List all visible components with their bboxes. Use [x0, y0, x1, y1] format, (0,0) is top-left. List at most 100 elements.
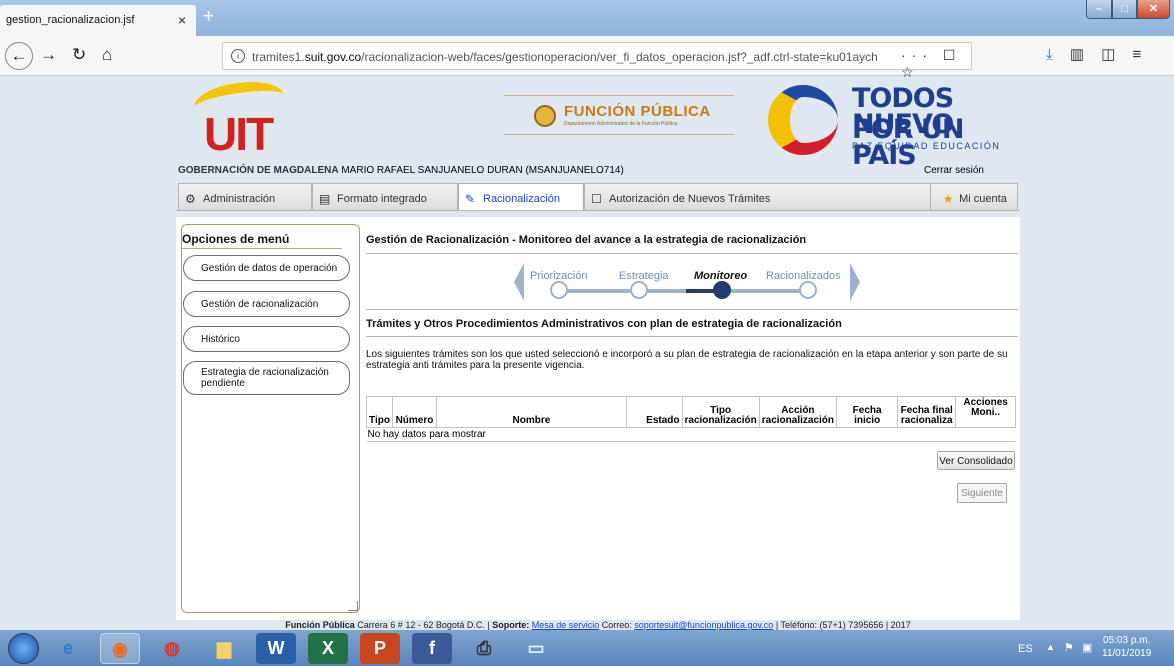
menu-item-estrategia-pendiente[interactable]: Estrategia de racionalización pendiente — [183, 361, 350, 395]
url-text[interactable]: tramites1.suit.gov.co/racionalizacion-we… — [252, 50, 892, 64]
site-info-icon[interactable]: i — [231, 49, 245, 63]
maximize-button[interactable]: □ — [1112, 0, 1137, 19]
progress-steps: Priorización Estrategia Monitoreo Racion… — [514, 263, 864, 303]
siguiente-button[interactable]: Siguiente — [957, 483, 1007, 503]
step-label-monitoreo[interactable]: Monitoreo — [694, 270, 747, 282]
web-page: UIT FUNCIÓN PÚBLICA Departamento Adminis… — [0, 76, 1174, 630]
admin-icon: ⚙ — [185, 192, 196, 206]
email-link[interactable]: soportesuit@funcionpublica.gov.co — [634, 620, 773, 630]
home-icon[interactable]: ⌂ — [102, 45, 112, 65]
chrome-icon[interactable]: ◍ — [152, 633, 192, 664]
menu-icon[interactable]: ≡ — [1133, 46, 1142, 63]
facebook-icon[interactable]: f — [412, 633, 452, 664]
tab-autorizacion[interactable]: ☐ Autorización de Nuevos Trámites — [584, 183, 972, 210]
tabs-divider — [176, 210, 1020, 211]
funcion-publica-logo: FUNCIÓN PÚBLICA Departamento Administrat… — [504, 95, 734, 135]
tray-expand-icon[interactable]: ▲ — [1046, 642, 1055, 652]
new-tab-icon[interactable]: + — [203, 6, 214, 28]
page-actions-icon[interactable]: ··· ☐ ☆ — [901, 47, 971, 81]
menu-item-historico[interactable]: Histórico — [183, 326, 350, 352]
step-label-racionalizados[interactable]: Racionalizados — [766, 270, 841, 282]
url-bar[interactable]: i tramites1.suit.gov.co/racionalizacion-… — [222, 42, 972, 80]
menu-item-gestion-datos[interactable]: Gestión de datos de operación — [183, 255, 350, 281]
reload-icon[interactable]: ↻ — [72, 45, 86, 65]
browser-tab-title: gestion_racionalizacion.jsf — [6, 14, 135, 26]
tab-formato-integrado[interactable]: ▤ Formato integrado — [312, 183, 458, 210]
ver-consolidado-button[interactable]: Ver Consolidado — [937, 451, 1015, 470]
menu-item-gestion-racionalizacion[interactable]: Gestión de racionalización — [183, 291, 350, 317]
col-accion-racionalizacion[interactable]: Acción racionalización — [758, 396, 838, 428]
step-prev-arrow-icon[interactable] — [514, 263, 524, 301]
back-icon[interactable]: ← — [5, 42, 33, 70]
system-tray: ES ▲ ⚑ ▣ 05:03 p.m. 11/01/2019 — [1016, 630, 1174, 666]
step-label-estrategia[interactable]: Estrategia — [619, 270, 669, 282]
browser-tabbar: gestion_racionalizacion.jsf × + – □ ✕ — [0, 0, 1174, 36]
header-banner: UIT FUNCIÓN PÚBLICA Departamento Adminis… — [174, 76, 1020, 171]
col-tipo-racionalizacion[interactable]: Tipo racionalización — [681, 396, 760, 428]
col-fecha-final[interactable]: Fecha final racionaliza — [897, 396, 957, 428]
col-numero[interactable]: Número — [391, 396, 437, 428]
colombia-mark-icon — [768, 85, 838, 155]
main-area: Gestión de Racionalización - Monitoreo d… — [366, 217, 1018, 617]
window-app-icon[interactable]: ▭ — [516, 633, 556, 664]
title-divider — [366, 253, 1018, 254]
step-next-arrow-icon[interactable] — [850, 263, 860, 301]
empty-message: No hay datos para mostrar — [366, 427, 1016, 442]
tab-administracion[interactable]: ⚙ Administración — [178, 183, 312, 210]
powerpoint-icon[interactable]: P — [360, 633, 400, 664]
tab-racionalizacion[interactable]: ✎ Racionalización — [458, 183, 584, 210]
todos-por-un-nuevo-pais-logo: TODOS POR UN NUEVO PAÍS PAZ EQUIDAD EDUC… — [768, 81, 1018, 171]
edit-icon: ✎ — [465, 192, 476, 206]
section-description: Los siguientes trámites son los que uste… — [366, 349, 1008, 371]
sidebar-icon[interactable]: ◫ — [1101, 46, 1115, 63]
close-tab-icon[interactable]: × — [178, 12, 186, 28]
browser-navbar: ← → ↻ ⌂ i tramites1.suit.gov.co/racional… — [0, 36, 1174, 80]
internet-explorer-icon[interactable]: e — [48, 633, 88, 664]
organization-name: GOBERNACIÓN DE MAGDALENA — [178, 165, 339, 176]
steps-divider — [366, 309, 1018, 310]
network-icon[interactable]: ▣ — [1082, 641, 1092, 654]
start-button[interactable] — [8, 633, 39, 664]
document-icon: ▤ — [319, 192, 331, 206]
menu-header: Opciones de menú — [182, 232, 290, 246]
step-label-priorizacion[interactable]: Priorización — [530, 270, 587, 282]
suit-logo[interactable]: UIT — [191, 76, 304, 160]
file-explorer-icon[interactable]: ▆ — [204, 633, 244, 664]
firefox-icon[interactable]: ◉ — [100, 633, 140, 664]
tramites-table: Tipo Número Nombre Estado Tipo racionaliz… — [366, 396, 1016, 442]
word-icon[interactable]: W — [256, 633, 296, 664]
tab-mi-cuenta[interactable]: ★ Mi cuenta — [930, 183, 1018, 210]
content-panel: Opciones de menú Gestión de datos de ope… — [176, 217, 1020, 620]
download-icon[interactable]: ⤓ — [1046, 46, 1053, 63]
col-tipo[interactable]: Tipo — [366, 396, 393, 428]
minimize-button[interactable]: – — [1086, 0, 1112, 19]
logout-link[interactable]: Cerrar sesión — [924, 165, 984, 176]
library-icon[interactable]: ▥ — [1070, 46, 1084, 63]
excel-icon[interactable]: X — [308, 633, 348, 664]
flag-icon[interactable]: ⚑ — [1064, 641, 1074, 654]
clock[interactable]: 05:03 p.m. 11/01/2019 — [1102, 634, 1151, 660]
col-fecha-inicio[interactable]: Fecha inicio — [835, 396, 899, 428]
step-node-priorizacion — [550, 281, 568, 299]
resize-grip-icon[interactable] — [348, 601, 358, 611]
user-name: MARIO RAFAEL SANJUANELO DURAN (MSANJUANE… — [338, 165, 624, 176]
step-node-racionalizados — [799, 281, 817, 299]
step-node-monitoreo — [713, 281, 731, 299]
forward-icon[interactable]: → — [40, 45, 57, 65]
star-icon: ★ — [942, 192, 954, 206]
col-nombre[interactable]: Nombre — [435, 396, 627, 428]
close-window-button[interactable]: ✕ — [1137, 0, 1170, 19]
checklist-icon: ☐ — [591, 192, 602, 206]
browser-tab[interactable]: gestion_racionalizacion.jsf × — [0, 5, 196, 36]
coat-of-arms-icon — [534, 105, 556, 127]
col-estado[interactable]: Estado — [625, 396, 683, 428]
section-subtitle: Trámites y Otros Procedimientos Administ… — [366, 318, 842, 330]
col-acciones[interactable]: Acciones Moni.. — [955, 396, 1016, 428]
browser-toolbar-right: ⤓ ▥ ◫ ≡ — [1046, 45, 1154, 63]
scanner-icon[interactable]: ⎙ — [464, 633, 504, 664]
language-indicator[interactable]: ES — [1018, 643, 1033, 655]
step-node-estrategia — [630, 281, 648, 299]
subtitle-divider — [366, 336, 1018, 337]
step-track — [726, 289, 810, 293]
mesa-servicio-link[interactable]: Mesa de servicio — [532, 620, 600, 630]
